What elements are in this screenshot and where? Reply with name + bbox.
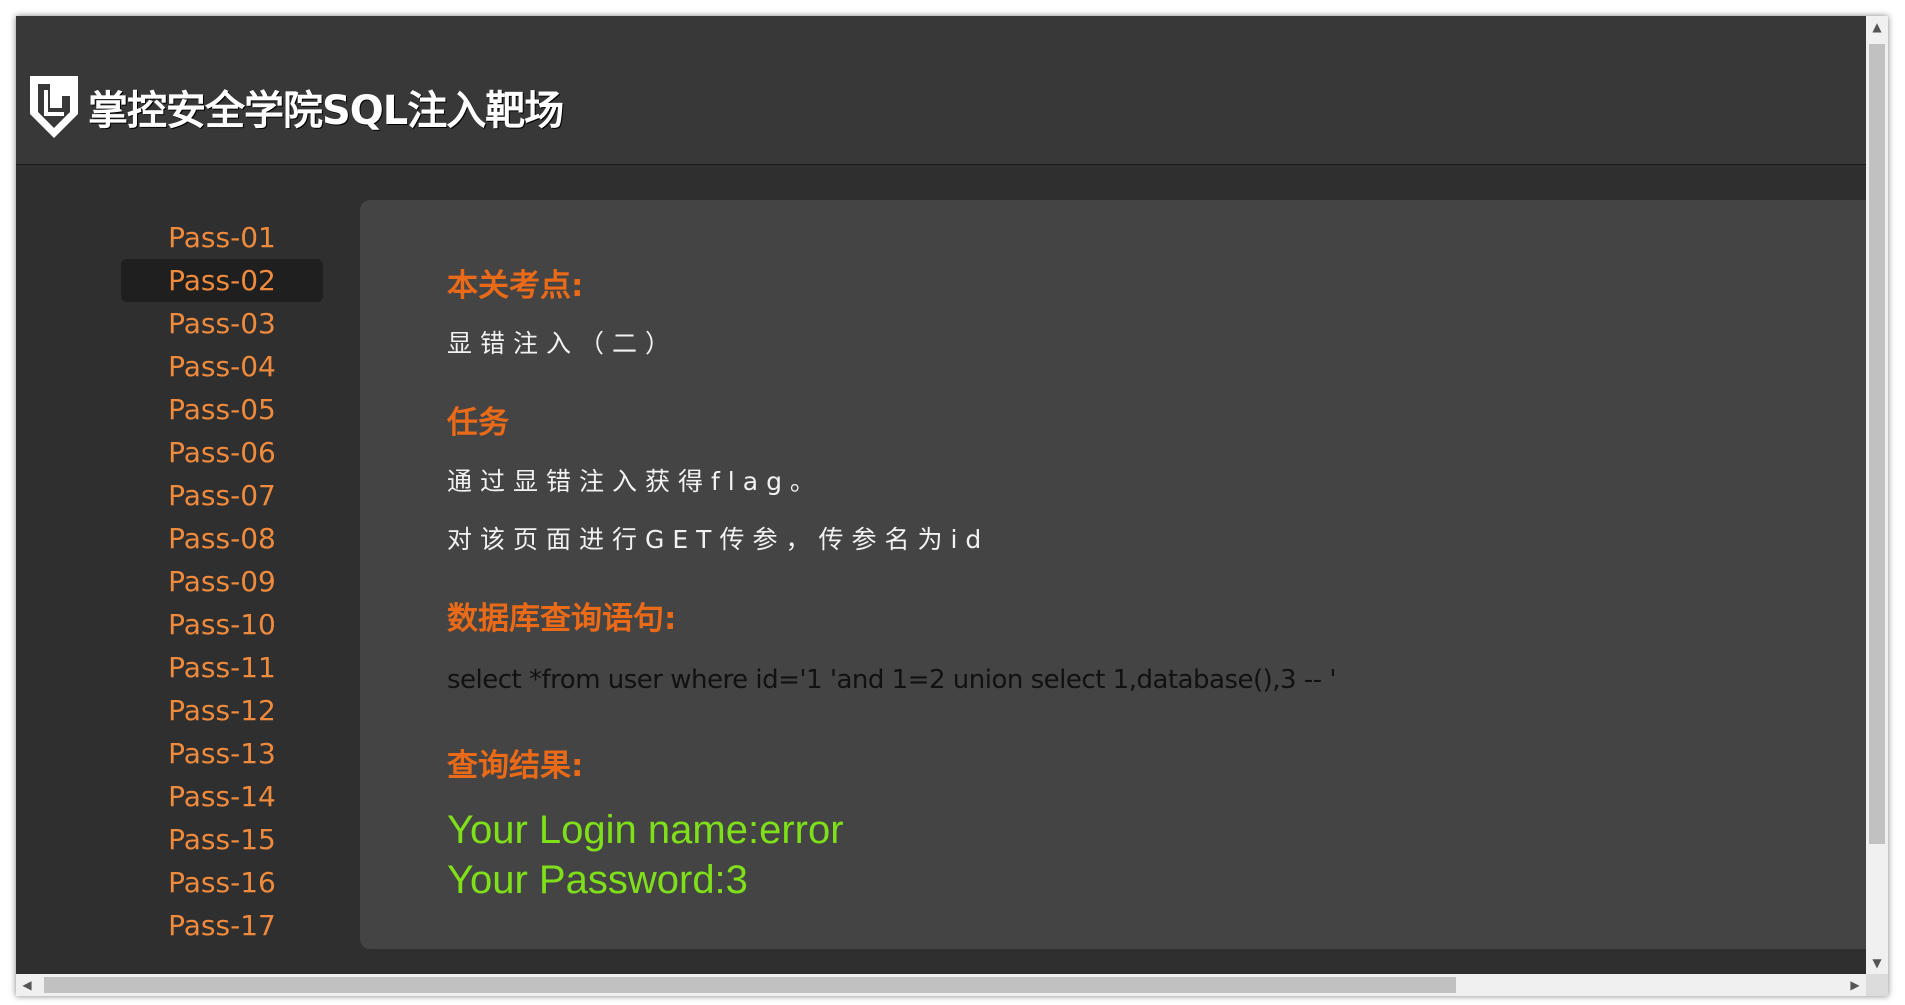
- sidebar-item-pass-08[interactable]: Pass-08: [121, 517, 323, 560]
- scroll-right-arrow-icon[interactable]: ▶: [1844, 974, 1866, 996]
- sidebar-item-pass-02[interactable]: Pass-02: [121, 259, 323, 302]
- sidebar-item-pass-14[interactable]: Pass-14: [121, 775, 323, 818]
- sidebar-item-pass-05[interactable]: Pass-05: [121, 388, 323, 431]
- sidebar-item-pass-10[interactable]: Pass-10: [121, 603, 323, 646]
- sidebar-item-pass-03[interactable]: Pass-03: [121, 302, 323, 345]
- vertical-scroll-thumb[interactable]: [1869, 44, 1885, 844]
- browser-frame: 掌控安全学院SQL注入靶场 Pass-01 Pass-02 Pass-03 Pass-…: [16, 16, 1888, 996]
- horizontal-scroll-thumb[interactable]: [44, 977, 1456, 993]
- sidebar-item-pass-11[interactable]: Pass-11: [121, 646, 323, 689]
- sidebar-item-pass-01[interactable]: Pass-01: [121, 216, 323, 259]
- sql-query-text: select *from user where id='1 'and 1=2 u…: [447, 665, 1337, 695]
- sidebar-item-pass-09[interactable]: Pass-09: [121, 560, 323, 603]
- task-heading: 任务: [447, 405, 509, 441]
- vertical-scrollbar[interactable]: ▲ ▼: [1866, 16, 1888, 974]
- scrollbar-corner: [1866, 974, 1888, 996]
- level-sidebar: Pass-01 Pass-02 Pass-03 Pass-04 Pass-05 Pass-…: [121, 216, 323, 947]
- sidebar-item-pass-15[interactable]: Pass-15: [121, 818, 323, 861]
- scroll-down-arrow-icon[interactable]: ▼: [1866, 952, 1888, 974]
- sidebar-item-pass-16[interactable]: Pass-16: [121, 861, 323, 904]
- sidebar-item-pass-07[interactable]: Pass-07: [121, 474, 323, 517]
- result-heading: 查询结果:: [447, 748, 584, 784]
- topic-text: 显错注入（二）: [447, 329, 679, 358]
- sidebar-item-pass-17[interactable]: Pass-17: [121, 904, 323, 947]
- horizontal-scrollbar[interactable]: ◀ ▶: [16, 974, 1866, 996]
- scroll-up-arrow-icon[interactable]: ▲: [1866, 16, 1888, 38]
- scroll-left-arrow-icon[interactable]: ◀: [16, 974, 38, 996]
- task-line-1: 通过显错注入获得flag。: [447, 467, 823, 496]
- sidebar-item-pass-12[interactable]: Pass-12: [121, 689, 323, 732]
- site-logo[interactable]: 掌控安全学院SQL注入靶场: [26, 74, 564, 140]
- page-viewport: 掌控安全学院SQL注入靶场 Pass-01 Pass-02 Pass-03 Pass-…: [16, 16, 1866, 974]
- sidebar-item-pass-06[interactable]: Pass-06: [121, 431, 323, 474]
- result-password: Your Password:3: [447, 858, 748, 902]
- content-panel: 本关考点: 显错注入（二） 任务 通过显错注入获得flag。 对该页面进行GET…: [360, 200, 1866, 949]
- result-login-name: Your Login name:error: [447, 808, 844, 852]
- sidebar-item-pass-04[interactable]: Pass-04: [121, 345, 323, 388]
- site-title: 掌控安全学院SQL注入靶场: [88, 88, 564, 134]
- sidebar-item-pass-13[interactable]: Pass-13: [121, 732, 323, 775]
- task-line-2: 对该页面进行GET传参，传参名为id: [447, 525, 990, 554]
- topic-heading: 本关考点:: [447, 268, 584, 304]
- site-header: 掌控安全学院SQL注入靶场: [16, 16, 1866, 165]
- query-heading: 数据库查询语句:: [447, 601, 677, 637]
- shield-logo-icon: [30, 76, 78, 138]
